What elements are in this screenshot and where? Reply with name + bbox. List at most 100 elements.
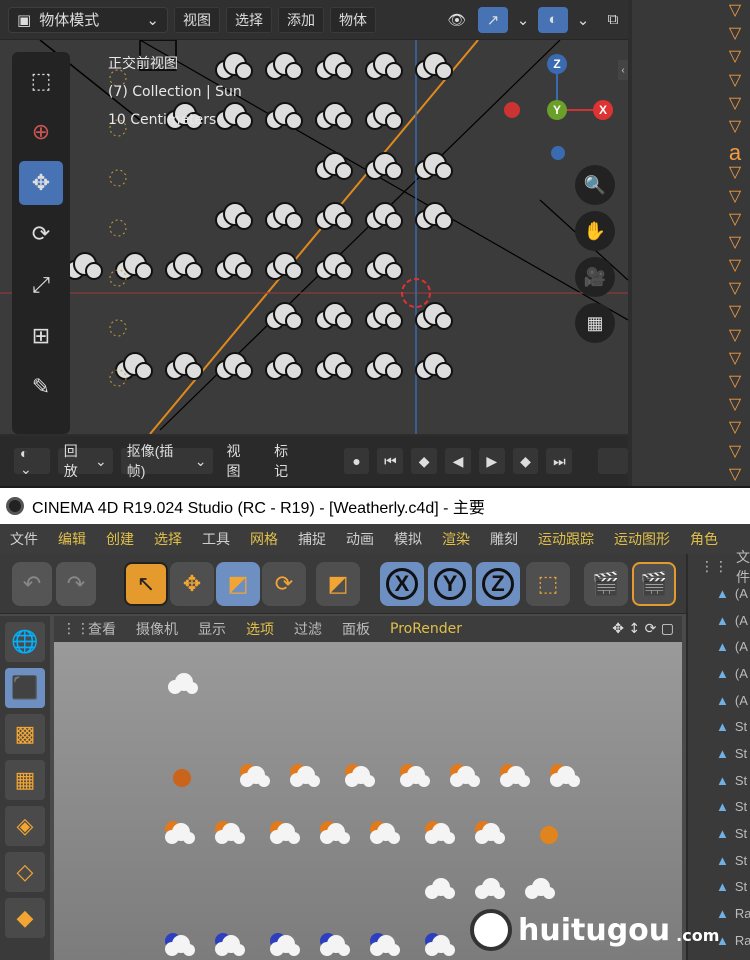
select-box-tool[interactable]: ⬚ [19,59,63,103]
weather-icon [525,878,555,899]
weather-cloud-icon [265,302,303,330]
axis-gizmo[interactable]: Z Y X [535,52,615,132]
object-row[interactable]: ▲ St [688,874,750,901]
weather-icon [320,821,350,844]
editor-type-icon[interactable]: ◐ ⌄ [14,445,50,477]
keyframe-marker-icon: ▽ [728,257,742,275]
chevron-down-icon[interactable]: ⌄ [574,7,592,33]
menu-item[interactable]: 动画 [346,529,374,549]
menu-item[interactable]: 选择 [154,529,182,549]
menu-item[interactable]: 运动跟踪 [538,529,594,549]
menu-item[interactable]: 模拟 [394,529,422,549]
move-icon[interactable]: ✥ [170,562,214,606]
object-row[interactable]: ▲ St [688,794,750,821]
camera-icon[interactable]: 🎥 [575,257,615,297]
zoom-icon[interactable]: 🔍 [575,165,615,205]
object-row[interactable]: ▲ St [688,713,750,740]
transform-tool[interactable]: ⊞ [19,314,63,358]
viewport-menu-item[interactable]: 摄像机 [136,619,178,639]
menu-item[interactable]: 编辑 [58,529,86,549]
rotate-tool[interactable]: ⟳ [19,212,63,256]
markers-menu[interactable]: 标记 [268,443,308,479]
frame-field[interactable] [598,448,628,474]
weather-cloud-icon [215,252,253,280]
object-row[interactable]: ▲ St [688,820,750,847]
y-axis-lock[interactable]: Y [428,562,472,606]
pan-hand-icon[interactable]: ✋ [575,211,615,251]
menu-item[interactable]: 工具 [202,529,230,549]
recent-tool-icon[interactable]: ◩ [316,562,360,606]
render-to-picture-viewer-icon[interactable]: 🎬 [632,562,676,606]
redo-icon[interactable]: ↷ [56,562,96,606]
globe-mode-icon[interactable]: 🌐 [5,622,45,662]
3d-viewport[interactable] [0,40,628,434]
gizmo-toggle-icon[interactable]: ↗ [478,6,508,33]
menu-object[interactable]: 物体 [330,6,376,33]
prev-keyframe-icon[interactable]: ◆ [411,448,438,474]
texture-mode-icon[interactable]: ▩ [5,714,45,754]
viewport-menu-item[interactable]: ProRender [390,621,462,637]
chevron-down-icon[interactable]: ⌄ [514,7,532,33]
x-axis-lock[interactable]: X [380,562,424,606]
keying-label: 抠像(插帧) [126,443,174,479]
playback-menu[interactable]: 回放 ⌄ [57,443,113,479]
polygons-mode-icon[interactable]: ◆ [5,898,45,938]
live-selection-icon[interactable]: ↖ [124,562,168,606]
jump-end-icon[interactable]: ⏭ [546,448,573,474]
coordinate-system-icon[interactable]: ⬚ [526,562,570,606]
z-axis-lock[interactable]: Z [476,562,520,606]
object-row[interactable]: ▲ (A [688,633,750,660]
viewport-menu-item[interactable]: 查看 [88,619,116,639]
view-menu[interactable]: 视图 [221,443,261,479]
edges-mode-icon[interactable]: ◇ [5,852,45,892]
view-navigation-icons[interactable]: ✥ ↕ ⟳ ▢ [612,621,674,637]
object-row[interactable]: ▲ St [688,767,750,794]
next-keyframe-icon[interactable]: ◆ [512,448,539,474]
workplane-icon[interactable]: ▦ [5,760,45,800]
weather-icon [165,933,195,956]
mode-select[interactable]: ▣ 物体模式 ⌄ [8,6,168,33]
scale-icon[interactable]: ◩ [216,562,260,606]
viewport-menu-item[interactable]: 面板 [342,619,370,639]
rotate-icon[interactable]: ⟳ [262,562,306,606]
menu-item[interactable]: 角色 [690,529,718,549]
menu-select[interactable]: 选择 [226,6,272,33]
jump-start-icon[interactable]: ⏮ [377,448,404,474]
menu-item[interactable]: 创建 [106,529,134,549]
play-reverse-icon[interactable]: ◀ [445,448,471,474]
menu-item[interactable]: 运动图形 [614,529,670,549]
play-icon[interactable]: ▶ [478,448,505,474]
menu-view[interactable]: 视图 [174,6,220,33]
overlay-toggle-icon[interactable]: ◐ [538,6,568,33]
sidebar-toggle-icon[interactable]: ‹ [618,60,628,80]
keying-menu[interactable]: 抠像(插帧) ⌄ [120,443,213,479]
undo-icon[interactable]: ↶ [12,562,52,606]
cursor-tool[interactable]: ⊕ [19,110,63,154]
file-menu[interactable]: 文件 [736,547,750,587]
model-mode-icon[interactable]: ⬛ [5,668,45,708]
object-row[interactable]: ▲ St [688,847,750,874]
render-view-icon[interactable]: 🎬 [584,562,628,606]
viewport-menu-item[interactable]: 选项 [246,619,274,639]
menu-item[interactable]: 雕刻 [490,529,518,549]
object-row[interactable]: ▲ (A [688,687,750,714]
menu-item[interactable]: 渲染 [442,529,470,549]
menu-item[interactable]: 文件 [10,529,38,549]
points-mode-icon[interactable]: ◈ [5,806,45,846]
grid-view-icon[interactable]: ▦ [575,303,615,343]
menu-item[interactable]: 网格 [250,529,278,549]
menu-add[interactable]: 添加 [278,6,324,33]
annotate-tool[interactable]: ✎ [19,365,63,409]
weather-icon [550,764,580,787]
xray-toggle-icon[interactable]: ⧉ [598,7,628,33]
scale-tool[interactable]: ⤢ [19,263,63,307]
object-row[interactable]: ▲ (A [688,607,750,634]
record-icon[interactable]: ● [343,448,370,474]
move-tool[interactable]: ✥ [19,161,63,205]
menu-item[interactable]: 捕捉 [298,529,326,549]
object-row[interactable]: ▲ (A [688,660,750,687]
viewport-menu-item[interactable]: 显示 [198,619,226,639]
object-row[interactable]: ▲ St [688,740,750,767]
viewport-menu-item[interactable]: 过滤 [294,619,322,639]
visibility-eye-icon[interactable]: 👁 [442,7,472,33]
